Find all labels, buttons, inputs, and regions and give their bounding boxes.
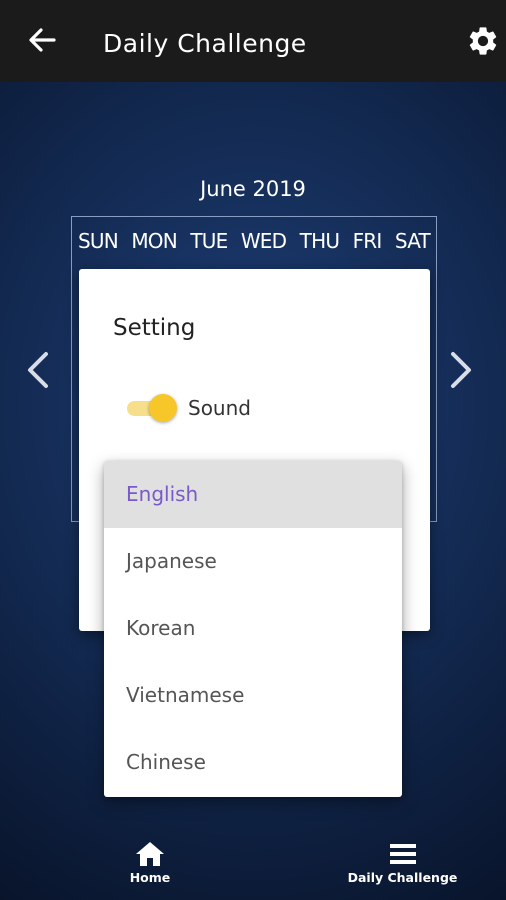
language-option-korean[interactable]: Korean: [104, 595, 402, 662]
home-icon: [136, 842, 164, 866]
nav-home-button[interactable]: Home: [110, 833, 190, 893]
page-title: Daily Challenge: [103, 29, 307, 58]
next-month-button[interactable]: [443, 348, 479, 392]
back-button[interactable]: [24, 22, 60, 58]
weekday-label: WED: [240, 229, 287, 253]
menu-icon: [389, 844, 416, 864]
nav-home-label: Home: [129, 870, 171, 885]
dialog-title: Setting: [113, 315, 196, 341]
app-screen: Daily Challenge June 2019 SUN MON TUE WE…: [0, 0, 506, 900]
weekday-label: THU: [299, 229, 340, 253]
arrow-left-icon: [29, 28, 56, 52]
weekday-label: SUN: [78, 229, 119, 253]
month-label: June 2019: [200, 177, 306, 201]
chevron-left-icon: [28, 352, 48, 388]
bottom-navigation: Home Daily Challenge: [0, 833, 506, 900]
sound-toggle[interactable]: [125, 394, 177, 422]
weekday-label: FRI: [352, 229, 383, 253]
weekday-label: SAT: [394, 229, 431, 253]
weekday-header: SUN MON TUE WED THU FRI SAT: [78, 226, 431, 256]
top-bar: Daily Challenge: [0, 0, 506, 82]
gear-icon: [469, 27, 497, 55]
weekday-label: TUE: [190, 229, 228, 253]
settings-button[interactable]: [466, 24, 500, 58]
weekday-label: MON: [131, 229, 177, 253]
language-option-vietnamese[interactable]: Vietnamese: [104, 662, 402, 729]
language-option-english[interactable]: English: [104, 461, 402, 528]
language-dropdown-menu: English Japanese Korean Vietnamese Chine…: [104, 461, 402, 797]
nav-daily-challenge-label: Daily Challenge: [347, 870, 458, 885]
chevron-right-icon: [451, 352, 471, 388]
language-option-chinese[interactable]: Chinese: [104, 729, 402, 796]
language-option-japanese[interactable]: Japanese: [104, 528, 402, 595]
nav-daily-challenge-button[interactable]: Daily Challenge: [340, 833, 465, 893]
toggle-knob: [149, 394, 177, 422]
sound-label: Sound: [188, 396, 251, 420]
previous-month-button[interactable]: [20, 348, 56, 392]
